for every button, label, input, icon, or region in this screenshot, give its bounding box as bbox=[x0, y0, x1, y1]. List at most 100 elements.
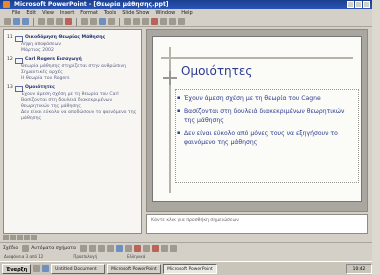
slide-view-icon[interactable] bbox=[17, 235, 23, 240]
rectangle-icon[interactable] bbox=[98, 244, 106, 252]
outline-slide-number: 13 bbox=[7, 85, 13, 90]
window-controls bbox=[347, 1, 370, 8]
outline-slide[interactable]: 11 Οικοδόμηση Θεωρίας Μάθησης bbox=[7, 35, 138, 42]
window-title: Microsoft PowerPoint - [Θεωρία μάθησης.p… bbox=[14, 1, 169, 8]
copy-icon[interactable] bbox=[56, 18, 63, 25]
start-button[interactable]: Έναρξη bbox=[2, 263, 32, 274]
select-arrow-icon[interactable] bbox=[22, 244, 30, 252]
notes-pane[interactable]: Κάντε κλικ για προσθήκη σημειώσεων bbox=[146, 214, 368, 234]
oval-icon[interactable] bbox=[107, 244, 115, 252]
bold-icon[interactable] bbox=[124, 18, 131, 25]
fill-color-icon[interactable] bbox=[134, 244, 142, 252]
slide-bullet: Δεν είναι εύκολο από μόνες τους να εξηγή… bbox=[177, 129, 353, 147]
quicklaunch-icon[interactable] bbox=[42, 265, 50, 272]
slide-pane: Ομοιότητες Έχουν άμεση σχέση με τη θεωρί… bbox=[146, 29, 368, 212]
underline-icon[interactable] bbox=[142, 18, 149, 25]
toolbar-separator bbox=[33, 17, 34, 26]
view-buttons bbox=[3, 235, 37, 240]
close-button[interactable] bbox=[363, 1, 370, 8]
slide-bullet: Βασίζονται στη δουλειά διακεκριμένων θεω… bbox=[177, 107, 353, 125]
outline-slide-number: 11 bbox=[7, 35, 13, 40]
outline-slide-title: Carl Rogers Εισαγωγή bbox=[25, 57, 82, 62]
outline-bullet: Η θεωρία του Rogers bbox=[21, 76, 70, 81]
shadow-icon[interactable] bbox=[161, 244, 169, 252]
slide-decoration-line bbox=[161, 57, 353, 59]
minimize-button[interactable] bbox=[347, 1, 354, 8]
slide-bullet: Έχουν άμεση σχέση με τη θεωρία του Cagne bbox=[177, 94, 353, 103]
slide-canvas[interactable]: Ομοιότητες Έχουν άμεση σχέση με τη θεωρί… bbox=[152, 36, 362, 202]
menu-file[interactable]: File bbox=[12, 9, 20, 17]
outline-slide-title: Οικοδόμηση Θεωρίας Μάθησης bbox=[25, 35, 106, 40]
3d-icon[interactable] bbox=[170, 244, 178, 252]
line-color-icon[interactable] bbox=[143, 244, 151, 252]
status-slide: Διαφάνεια 3 από 12 bbox=[4, 254, 44, 259]
slide-sorter-icon[interactable] bbox=[24, 235, 30, 240]
insert-chart-icon[interactable] bbox=[99, 18, 106, 25]
draw-menu[interactable]: Σχέδιο bbox=[3, 246, 18, 251]
align-center-icon[interactable] bbox=[169, 18, 176, 25]
menu-slide-show[interactable]: Slide Show bbox=[122, 9, 149, 17]
new-icon[interactable] bbox=[4, 18, 11, 25]
taskbar: Έναρξη Untitled Document Microsoft Power… bbox=[0, 261, 372, 275]
wordart-icon[interactable] bbox=[125, 244, 133, 252]
menu-edit[interactable]: Edit bbox=[26, 9, 36, 17]
normal-view-icon[interactable] bbox=[3, 235, 9, 240]
slide-show-icon[interactable] bbox=[31, 235, 37, 240]
quicklaunch-icon[interactable] bbox=[33, 265, 41, 272]
redo-icon[interactable] bbox=[90, 18, 97, 25]
menu-format[interactable]: Format bbox=[80, 9, 98, 17]
powerpoint-app-icon bbox=[3, 1, 10, 8]
font-color-icon[interactable] bbox=[151, 18, 158, 25]
taskbar-item[interactable]: Untitled Document bbox=[51, 263, 106, 274]
menu-insert[interactable]: Insert bbox=[60, 9, 74, 17]
insert-table-icon[interactable] bbox=[108, 18, 115, 25]
undo-icon[interactable] bbox=[81, 18, 88, 25]
italic-icon[interactable] bbox=[133, 18, 140, 25]
outline-slide[interactable]: 12 Carl Rogers Εισαγωγή bbox=[7, 57, 138, 64]
menu-bar: File Edit View Insert Format Tools Slide… bbox=[0, 9, 372, 17]
outline-bullet: Δεν είναι εύκολο να αποδώσουν το φαινόμε… bbox=[21, 110, 137, 121]
paste-icon[interactable] bbox=[65, 18, 72, 25]
menu-help[interactable]: Help bbox=[181, 9, 192, 17]
taskbar-item-active[interactable]: Microsoft PowerPoint bbox=[163, 263, 218, 274]
status-bar: Διαφάνεια 3 από 12 Προεπιλογή Ελληνικά bbox=[0, 253, 372, 260]
line-icon[interactable] bbox=[80, 244, 88, 252]
toolbar-separator bbox=[119, 17, 120, 26]
monitor-bezel bbox=[372, 0, 380, 275]
notes-placeholder: Κάντε κλικ για προσθήκη σημειώσεων bbox=[151, 218, 239, 223]
autoshapes-menu[interactable]: Αυτόματα σχήματα bbox=[31, 246, 76, 251]
outline-pane[interactable]: 11 Οικοδόμηση Θεωρίας Μάθησης Λήψη αποφά… bbox=[3, 29, 142, 234]
maximize-button[interactable] bbox=[355, 1, 362, 8]
outline-view-icon[interactable] bbox=[10, 235, 16, 240]
align-left-icon[interactable] bbox=[160, 18, 167, 25]
outline-slide-current[interactable]: 13 Ομοιότητες bbox=[7, 85, 138, 92]
font-color-draw-icon[interactable] bbox=[152, 244, 160, 252]
status-design: Προεπιλογή bbox=[73, 254, 97, 259]
bullets-icon[interactable] bbox=[178, 18, 185, 25]
outline-subtitle: Μάρτιος 2002 bbox=[21, 48, 54, 53]
system-tray-clock: 10:42 bbox=[346, 263, 372, 274]
menu-tools[interactable]: Tools bbox=[104, 9, 116, 17]
outline-bullet: Βασίζονται στη δουλειά διακεκριμένων θεω… bbox=[21, 98, 113, 109]
open-icon[interactable] bbox=[13, 18, 20, 25]
plus-decoration-icon bbox=[163, 71, 177, 85]
save-icon[interactable] bbox=[22, 18, 29, 25]
standard-toolbar bbox=[0, 17, 372, 27]
arrow-icon[interactable] bbox=[89, 244, 97, 252]
menu-view[interactable]: View bbox=[42, 9, 54, 17]
drawing-toolbar: Σχέδιο Αυτόματα σχήματα bbox=[0, 242, 372, 253]
print-icon[interactable] bbox=[38, 18, 45, 25]
toolbar-separator bbox=[76, 17, 77, 26]
status-language: Ελληνικά bbox=[126, 254, 146, 259]
menu-window[interactable]: Window bbox=[156, 9, 176, 17]
slide-decoration-line bbox=[169, 47, 171, 193]
outline-slide-number: 12 bbox=[7, 57, 13, 62]
powerpoint-window: Microsoft PowerPoint - [Θεωρία μάθησης.p… bbox=[0, 0, 372, 275]
slide-title[interactable]: Ομοιότητες bbox=[181, 64, 252, 78]
taskbar-item[interactable]: Microsoft PowerPoint bbox=[107, 263, 162, 274]
outline-slide-title: Ομοιότητες bbox=[25, 85, 55, 90]
cut-icon[interactable] bbox=[47, 18, 54, 25]
slide-body[interactable]: Έχουν άμεση σχέση με τη θεωρία του Cagne… bbox=[177, 94, 353, 151]
textbox-icon[interactable] bbox=[116, 244, 124, 252]
title-bar: Microsoft PowerPoint - [Θεωρία μάθησης.p… bbox=[0, 0, 372, 9]
